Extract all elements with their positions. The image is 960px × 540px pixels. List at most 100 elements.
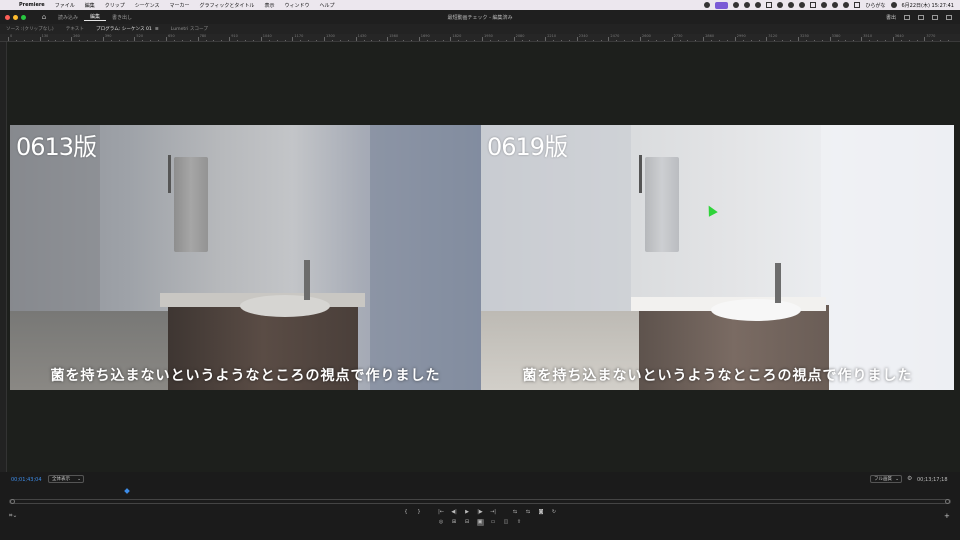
bathroom-scene-right (481, 125, 954, 390)
menu-window[interactable]: ウィンドウ (279, 2, 314, 9)
vr-video-button[interactable]: ⇪ (516, 519, 523, 526)
menu-marker[interactable]: マーカー (165, 2, 195, 9)
ruler-tick-label: 2080 (515, 34, 525, 38)
scroll-handle-start[interactable] (10, 499, 15, 504)
menu-app-name[interactable]: Premiere (14, 2, 50, 8)
towel-bar (168, 155, 171, 193)
app-header-right: 書出 (886, 14, 960, 21)
sink-basin (711, 299, 801, 321)
menu-graphics[interactable]: グラフィックとタイトル (195, 2, 260, 9)
menu-sequence[interactable]: シーケンス (130, 2, 165, 9)
status-siri-icon[interactable] (890, 2, 897, 8)
vertical-ruler (0, 42, 7, 472)
monitor-controls: 00;01;43;04 全体表示 ⌄ フル画質 ⌄ ⚙ 00;13;17;18 ⌗⌄… (0, 472, 960, 540)
share-icon[interactable] (918, 14, 924, 20)
fullscreen-icon[interactable] (946, 14, 952, 20)
status-clock-icon[interactable] (777, 2, 784, 8)
monitor-panel-tabs: ソース :(クリップなし) テキスト プログラム: シーケンス 01 ≡ Lume… (0, 24, 960, 34)
mini-timeline[interactable] (9, 492, 951, 495)
status-cloud-icon[interactable] (755, 2, 762, 8)
ruler-tick-label: 3120 (768, 34, 778, 38)
mark-in-button[interactable]: { (403, 509, 410, 516)
workspace-tab-edit[interactable]: 編集 (84, 13, 107, 21)
split-view-button[interactable]: ⊟ (464, 519, 471, 526)
faucet (304, 260, 310, 300)
go-to-in-button[interactable]: |← (438, 509, 445, 516)
status-battery-icon[interactable] (810, 2, 817, 8)
workspaces-icon[interactable] (904, 14, 910, 20)
workspace-tab-import[interactable]: 読み込み (52, 14, 84, 21)
wrench-icon[interactable]: ⚙ (907, 475, 912, 482)
go-to-out-button[interactable]: →| (490, 509, 497, 516)
side-by-side-button[interactable]: ▣ (476, 519, 484, 526)
video-frame-left: 0613版 菌を持ち込まないというようなところの視点で作りました (10, 125, 481, 390)
status-bluetooth-icon[interactable] (821, 2, 828, 8)
menu-file[interactable]: ファイル (50, 2, 80, 9)
transport-controls-secondary: ◎ ⊞ ⊟ ▣ ▭ ◫ ⇪ (0, 519, 960, 527)
status-dropbox-icon[interactable] (799, 2, 806, 8)
ruler-tick-label: 780 (199, 34, 207, 38)
extract-button[interactable]: ⇆ (525, 509, 532, 516)
tab-lumetri-scopes[interactable]: Lumetri スコープ (165, 26, 214, 32)
step-back-button[interactable]: ◀| (451, 509, 458, 516)
workspace-tab-export[interactable]: 書き出し (106, 14, 138, 21)
ruler-tick-label: 1170 (294, 34, 304, 38)
ruler-tick-label: 2210 (547, 34, 557, 38)
status-screen-icon[interactable] (715, 1, 729, 9)
export-frame-button[interactable]: ◙ (538, 509, 545, 516)
chevron-down-icon: ⌄ (77, 477, 81, 482)
menu-help[interactable]: ヘルプ (314, 2, 339, 9)
status-music-icon[interactable] (788, 2, 795, 8)
panel-menu-icon[interactable]: ≡ (155, 27, 159, 32)
status-datetime[interactable]: 6月22日(木) 15:27:41 (902, 2, 955, 9)
scroll-handle-end[interactable] (945, 499, 950, 504)
minimize-window-button[interactable] (13, 14, 18, 20)
tab-text[interactable]: テキスト (60, 26, 90, 32)
zoom-fit-value: 全体表示 (52, 477, 70, 482)
tab-source[interactable]: ソース :(クリップなし) (0, 26, 60, 32)
step-forward-button[interactable]: |▶ (477, 509, 484, 516)
multi-camera-button[interactable]: ⊞ (451, 519, 458, 526)
ruler-tick-label: 260 (73, 34, 80, 38)
ruler-tick-label: 1950 (484, 34, 493, 38)
status-control-center-icon[interactable] (854, 2, 861, 8)
status-record-icon[interactable] (704, 2, 711, 8)
bathroom-scene-left (10, 125, 481, 390)
play-button[interactable]: ▶ (464, 509, 471, 516)
time-ruler[interactable]: 0 130 260 390 520 650 780 910 1040 1170 1300 1430 15… (0, 34, 960, 42)
tab-program[interactable]: プログラム: シーケンス 01 ≡ (90, 26, 165, 32)
transport-controls: { } |← ◀| ▶ |▶ →| ⇆ ⇆ ◙ ↻ (0, 509, 960, 517)
close-window-button[interactable] (5, 14, 10, 20)
status-input-method[interactable]: ひらがな (865, 2, 885, 9)
menu-edit[interactable]: 編集 (80, 2, 100, 9)
button-editor-plus-icon[interactable]: + (944, 512, 950, 520)
menu-view[interactable]: 表示 (259, 2, 279, 9)
status-display-icon[interactable] (766, 2, 773, 8)
status-search-icon[interactable] (843, 2, 850, 8)
mark-out-button[interactable]: } (416, 509, 423, 516)
ruler-tick-label: 3250 (800, 34, 809, 38)
ruler-tick-label: 1040 (262, 34, 272, 38)
comparison-view-button[interactable]: ◎ (438, 519, 445, 526)
playhead-timecode[interactable]: 00;01;43;04 (11, 477, 42, 483)
status-sync-icon[interactable] (744, 2, 751, 8)
status-app-icon[interactable] (733, 2, 740, 8)
program-monitor[interactable]: 0613版 菌を持ち込まないというようなところの視点で作りました 0619版 菌… (7, 42, 960, 472)
ruler-tick-label: 910 (231, 34, 238, 38)
overlay-button[interactable]: ▭ (490, 519, 497, 526)
status-wifi-icon[interactable] (832, 2, 839, 8)
proxy-toggle-button[interactable]: ◫ (503, 519, 510, 526)
zoom-scrollbar[interactable] (9, 499, 951, 504)
lift-button[interactable]: ⇆ (512, 509, 519, 516)
zoom-window-button[interactable] (21, 14, 26, 20)
quick-export-button[interactable]: 書出 (886, 14, 896, 21)
menu-clip[interactable]: クリップ (100, 2, 130, 9)
version-label-right: 0619版 (487, 133, 568, 161)
zoom-fit-select[interactable]: 全体表示 ⌄ (48, 475, 84, 483)
progress-icon[interactable] (932, 14, 938, 20)
home-icon[interactable]: ⌂ (36, 13, 52, 21)
tab-program-label: プログラム: シーケンス 01 (95, 27, 152, 32)
playback-quality-select[interactable]: フル画質 ⌄ (870, 475, 902, 483)
ruler-tick-label: 390 (104, 34, 112, 38)
loop-button[interactable]: ↻ (551, 509, 558, 516)
